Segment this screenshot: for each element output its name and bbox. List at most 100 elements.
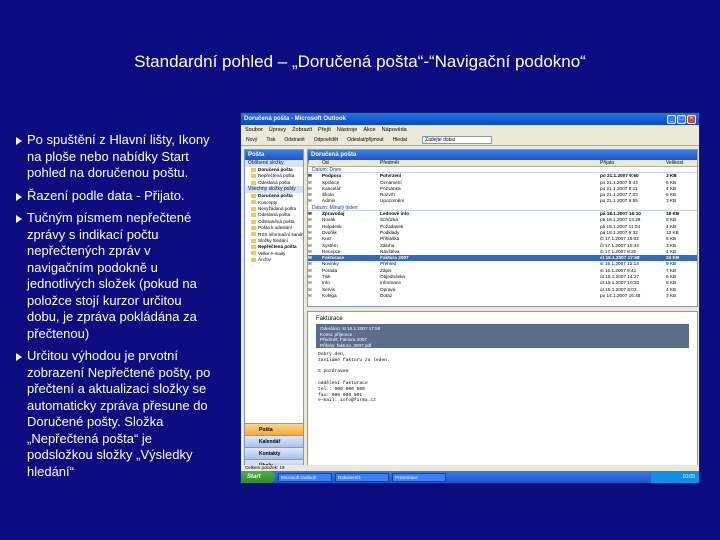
column-header[interactable]: Velikost <box>666 160 696 166</box>
mail-row[interactable]: ✉ Admin Upozornění po 21.1.2007 6:55 3 KB <box>308 198 697 204</box>
new-button[interactable]: Nový <box>244 137 259 143</box>
bullet-list: Po spuštění z Hlavní lišty, Ikony na plo… <box>16 132 216 486</box>
maximize-icon[interactable]: □ <box>677 114 686 124</box>
outlook-screenshot: Doručená pošta - Microsoft Outlook _ □ ×… <box>240 112 700 484</box>
mail-subject: Dotaz <box>380 292 393 298</box>
column-header[interactable]: Od <box>322 160 380 166</box>
navigation-pane: Pošta Oblíbené složky Doručená pošta Nep… <box>244 149 304 472</box>
search-input[interactable]: Zadejte dotaz <box>422 135 493 144</box>
menu-item[interactable]: Soubor <box>245 127 263 133</box>
menu-item[interactable]: Nástroje <box>337 127 357 133</box>
folder-icon <box>251 174 256 179</box>
folder-icon <box>251 193 256 198</box>
send-receive-button[interactable]: Odeslat/přijmout <box>345 137 385 143</box>
column-header[interactable]: Přijato <box>600 160 666 166</box>
folder-list: Doručená pošta Koncepty Nevyžádaná pošta Od… <box>245 193 303 263</box>
favorites-header: Oblíbené složky <box>245 160 303 167</box>
bullet-item: Tučným písmem nepřečtené zprávy s indika… <box>16 210 216 342</box>
bullet-text: Tučným písmem nepřečtené zprávy s indika… <box>27 210 197 341</box>
preview-from: Fakturace <box>316 316 343 322</box>
folder-icon <box>251 219 256 224</box>
folder-icon <box>251 180 256 185</box>
taskbar-item[interactable]: Dokument1 <box>335 472 389 482</box>
find-button[interactable]: Hledat <box>391 137 409 143</box>
folder-label: Archiv <box>258 257 271 263</box>
start-button[interactable]: Start <box>241 471 275 483</box>
window-titlebar: Doručená pošta - Microsoft Outlook _ □ × <box>241 113 699 125</box>
mail-from: Admin <box>322 198 336 204</box>
folder-icon <box>251 213 256 218</box>
mail-icon: ✉ <box>308 198 312 204</box>
taskbar-item[interactable]: Microsoft Outlook <box>278 472 332 482</box>
folder-icon <box>251 225 256 230</box>
nav-button-contacts[interactable]: Kontakty <box>245 447 303 459</box>
mail-icon: ✉ <box>308 292 312 298</box>
folder-icon <box>251 200 256 205</box>
mail-from: Kolega <box>322 292 337 298</box>
taskbar: Start Microsoft Outlook Dokument1 Prezen… <box>241 471 699 483</box>
folder-icon <box>251 167 256 172</box>
bullet-item: Řazení podle data - Přijato. <box>16 188 216 205</box>
folder-icon <box>251 206 256 211</box>
mail-rows: Datum: Dnes ✉ Podpora Potvrzení po 21.1.2007… <box>308 167 697 299</box>
toolbar: Nový Tisk Odstranit Odpovědět Odeslat/př… <box>241 134 699 146</box>
menu-item[interactable]: Úpravy <box>269 127 286 133</box>
nav-button-mail[interactable]: Pošta <box>245 423 303 435</box>
minimize-icon[interactable]: _ <box>667 114 676 124</box>
folder-label: Složky hledání <box>258 237 288 243</box>
preview-body: Dobrý den, zasíláme fakturu za leden. S po… <box>308 348 697 408</box>
menu-item[interactable]: Akce <box>363 127 375 133</box>
folder-icon <box>251 245 256 250</box>
bullet-text: Řazení podle data - Přijato. <box>27 187 185 203</box>
mail-list-title: Doručená pošta <box>308 150 697 160</box>
folder-label: RSS informační kanály <box>258 231 303 237</box>
folder-label: Velké e-maily <box>258 250 286 256</box>
folder-label: Nepřečtená pošta <box>258 173 295 179</box>
folder-icon <box>251 232 256 237</box>
folder-label: Odstraněná pošta <box>258 218 295 224</box>
taskbar-item[interactable]: Prezentace <box>392 472 446 482</box>
preview-header: Odesláno: st 16.1.2007 17:58 Komu: příjem… <box>316 324 689 348</box>
folder-icon <box>251 238 256 243</box>
print-button[interactable]: Tisk <box>264 137 277 143</box>
folder-item[interactable]: Archiv <box>245 257 303 263</box>
folder-label: Nevyžádaná pošta <box>258 205 297 211</box>
mail-list: Doručená pošta ! Od Předmět Přijato Veli… <box>307 149 698 307</box>
folder-icon <box>251 251 256 256</box>
mail-subject: Upozornění <box>380 198 405 204</box>
bullet-text: Po spuštění z Hlavní lišty, Ikony na plo… <box>27 132 210 180</box>
mail-size: 3 KB <box>666 292 677 298</box>
folder-label: Koncepty <box>258 199 278 205</box>
column-header[interactable]: Předmět <box>380 160 600 166</box>
mail-row[interactable]: ✉ Kolega Dotaz po 14.1.2007 16:48 3 KB <box>308 293 697 299</box>
folder-label: Odeslaná pošta <box>258 179 291 185</box>
nav-pane-title: Pošta <box>245 150 303 160</box>
bullet-icon <box>16 215 22 223</box>
all-folders-header: Všechny složky pošty <box>245 186 303 194</box>
bullet-icon <box>16 137 22 145</box>
menu-item[interactable]: Zobrazit <box>292 127 312 133</box>
bullet-item: Po spuštění z Hlavní lišty, Ikony na plo… <box>16 132 216 182</box>
nav-button-calendar[interactable]: Kalendář <box>245 435 303 447</box>
menu-item[interactable]: Přejít <box>318 127 331 133</box>
delete-button[interactable]: Odstranit <box>282 137 306 143</box>
slide-title: Standardní pohled – „Doručená pošta“-“Na… <box>134 52 586 71</box>
column-header[interactable]: ! <box>308 160 322 166</box>
window-title: Doručená pošta - Microsoft Outlook <box>244 116 347 122</box>
folder-label: Doručená pošta <box>258 167 293 172</box>
close-icon[interactable]: × <box>687 114 696 124</box>
folder-label: Doručená pošta <box>258 193 293 199</box>
menu-item[interactable]: Nápověda <box>382 127 407 133</box>
mail-date: po 21.1.2007 6:55 <box>600 198 638 204</box>
folder-icon <box>251 257 256 262</box>
bullet-icon <box>16 353 22 361</box>
reply-button[interactable]: Odpovědět <box>312 137 340 143</box>
preview-body-line: e-mail: info@firma.cz <box>318 398 376 404</box>
column-headers: ! Od Předmět Přijato Velikost <box>308 160 697 167</box>
mail-date: po 14.1.2007 16:48 <box>600 292 641 298</box>
bullet-icon <box>16 192 22 201</box>
menu-bar: Soubor Úpravy Zobrazit Přejít Nástroje A… <box>241 125 699 134</box>
mail-size: 3 KB <box>666 198 677 204</box>
nav-buttons: Pošta Kalendář Kontakty Úkoly <box>245 423 303 471</box>
bullet-text: Určitou výhodou je prvotní zobrazení Nep… <box>27 348 211 479</box>
